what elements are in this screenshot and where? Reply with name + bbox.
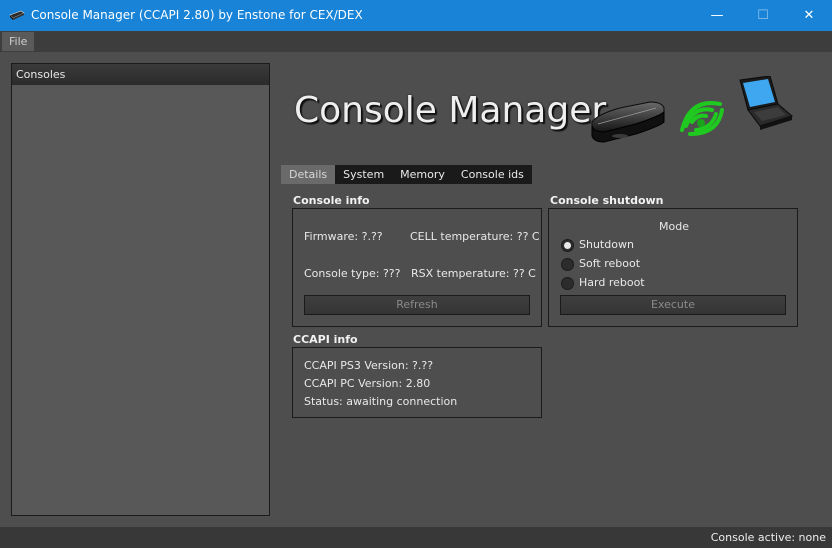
hard-reboot-label[interactable]: Hard reboot: [579, 276, 645, 289]
laptop-icon: [739, 76, 794, 130]
logo-text: Console Manager: [294, 90, 607, 131]
status-bar: Console active: none: [0, 527, 832, 548]
close-button[interactable]: ✕: [786, 0, 832, 31]
console-info-group: Firmware: ?.?? CELL temperature: ?? C Co…: [292, 208, 542, 327]
console-info-title: Console info: [293, 194, 370, 207]
hard-reboot-radio[interactable]: [561, 277, 574, 290]
ccapi-info-group: CCAPI PS3 Version: ?.?? CCAPI PC Version…: [292, 347, 542, 418]
refresh-button[interactable]: Refresh: [304, 295, 530, 315]
shutdown-label[interactable]: Shutdown: [579, 238, 634, 251]
console-shutdown-group: Mode Shutdown Soft reboot Hard reboot Ex…: [548, 208, 798, 327]
console-type-label: Console type: ???: [304, 267, 401, 280]
cell-temperature-label: CELL temperature: ?? C: [410, 230, 540, 243]
maximize-button[interactable]: ☐: [740, 0, 786, 31]
ccapi-info-title: CCAPI info: [293, 333, 358, 346]
tab-bar: Details System Memory Console ids: [281, 165, 532, 184]
shutdown-radio[interactable]: [561, 239, 574, 252]
tab-system[interactable]: System: [335, 165, 392, 184]
ccapi-pc-version-label: CCAPI PC Version: 2.80: [304, 377, 431, 390]
ps3-app-icon: [9, 10, 25, 20]
rsx-temperature-label: RSX temperature: ?? C: [411, 267, 536, 280]
ps3-console-icon: [591, 101, 665, 143]
wireless-signal-icon: [680, 101, 724, 136]
consoles-list[interactable]: Consoles: [11, 63, 270, 516]
firmware-label: Firmware: ?.??: [304, 230, 383, 243]
tab-memory[interactable]: Memory: [392, 165, 453, 184]
menu-file[interactable]: File: [2, 32, 35, 51]
menu-bar: File: [0, 31, 832, 52]
title-bar[interactable]: Console Manager (CCAPI 2.80) by Enstone …: [0, 0, 832, 31]
mode-label: Mode: [659, 220, 689, 233]
ccapi-ps3-version-label: CCAPI PS3 Version: ?.??: [304, 359, 434, 372]
execute-button[interactable]: Execute: [560, 295, 786, 315]
soft-reboot-label[interactable]: Soft reboot: [579, 257, 640, 270]
console-active-status: Console active: none: [710, 531, 826, 544]
tab-console-ids[interactable]: Console ids: [453, 165, 532, 184]
app-window: Console Manager (CCAPI 2.80) by Enstone …: [0, 0, 832, 548]
window-title: Console Manager (CCAPI 2.80) by Enstone …: [31, 8, 363, 22]
tab-details[interactable]: Details: [281, 165, 336, 184]
consoles-header[interactable]: Consoles: [12, 64, 269, 85]
soft-reboot-radio[interactable]: [561, 258, 574, 271]
minimize-button[interactable]: —: [694, 0, 740, 31]
connection-status-label: Status: awaiting connection: [304, 395, 458, 408]
console-shutdown-title: Console shutdown: [550, 194, 664, 207]
